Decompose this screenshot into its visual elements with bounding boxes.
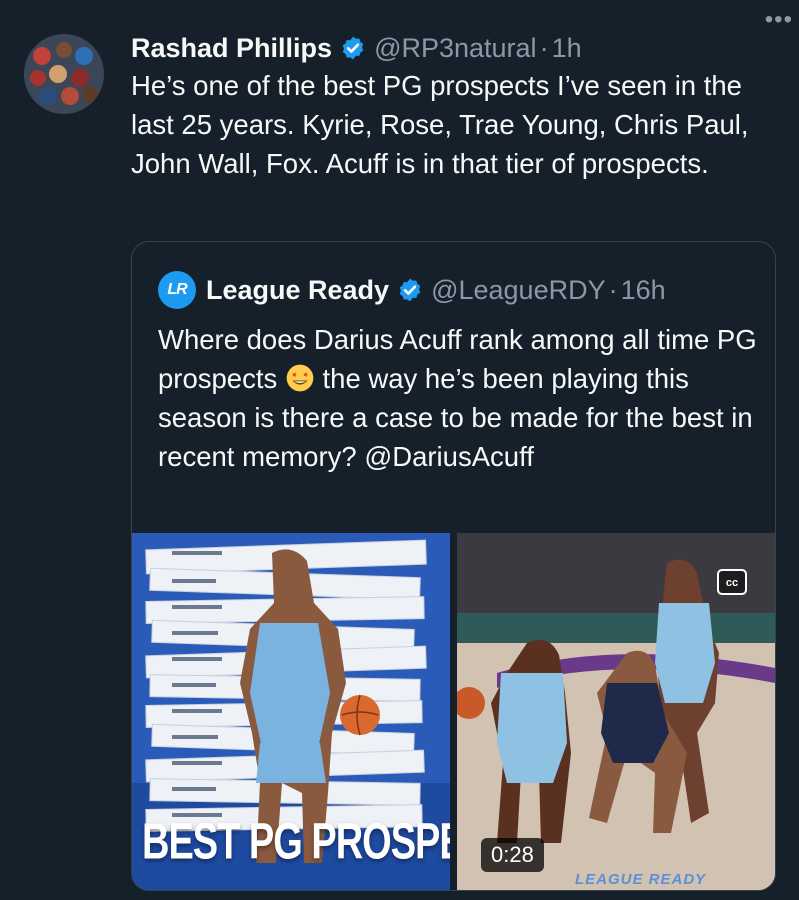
author-name[interactable]: Rashad Phillips — [131, 33, 332, 64]
verified-badge-icon — [342, 36, 364, 60]
tweet-header: Rashad Phillips @RP3natural · 1h — [131, 28, 775, 68]
quoted-author-avatar: LR — [158, 271, 196, 309]
video-duration-badge: 0:28 — [481, 838, 544, 872]
quoted-tweet-header: LR League Ready @LeagueRDY · 16h — [158, 270, 666, 310]
quoted-author-name: League Ready — [206, 274, 390, 305]
graphic-title: BEST PG PROSPECTS? — [142, 813, 450, 871]
tweet-text: He’s one of the best PG prospects I’ve s… — [131, 70, 749, 179]
svg-text:cc: cc — [726, 577, 738, 589]
separator-dot: · — [539, 32, 549, 63]
tweet-time[interactable]: 1h — [552, 33, 582, 64]
captions-icon[interactable]: cc — [717, 569, 747, 595]
more-options-icon[interactable]: ••• — [765, 6, 793, 34]
avatar-image — [24, 34, 104, 114]
avatar-logo-text: LR — [167, 281, 187, 298]
video-thumbnail[interactable]: cc 0:28 LEAGUE READY — [457, 533, 775, 890]
quoted-author-handle: @LeagueRDY — [431, 274, 606, 305]
quoted-tweet-time: 16h — [620, 274, 666, 305]
separator-dot: · — [608, 274, 618, 305]
prospects-graphic-image[interactable]: BEST PG PROSPECTS? — [132, 533, 450, 890]
verified-badge-icon — [399, 278, 421, 302]
quoted-tweet-text: Where does Darius Acuff rank among all t… — [158, 320, 758, 476]
media-grid: BEST PG PROSPECTS? — [132, 533, 775, 890]
author-avatar[interactable] — [24, 34, 104, 114]
video-watermark: LEAGUE READY — [575, 871, 707, 888]
quoted-tweet[interactable]: LR League Ready @LeagueRDY · 16h Where d… — [131, 241, 776, 891]
author-handle[interactable]: @RP3natural — [374, 33, 537, 64]
star-struck-emoji-icon — [286, 364, 314, 392]
